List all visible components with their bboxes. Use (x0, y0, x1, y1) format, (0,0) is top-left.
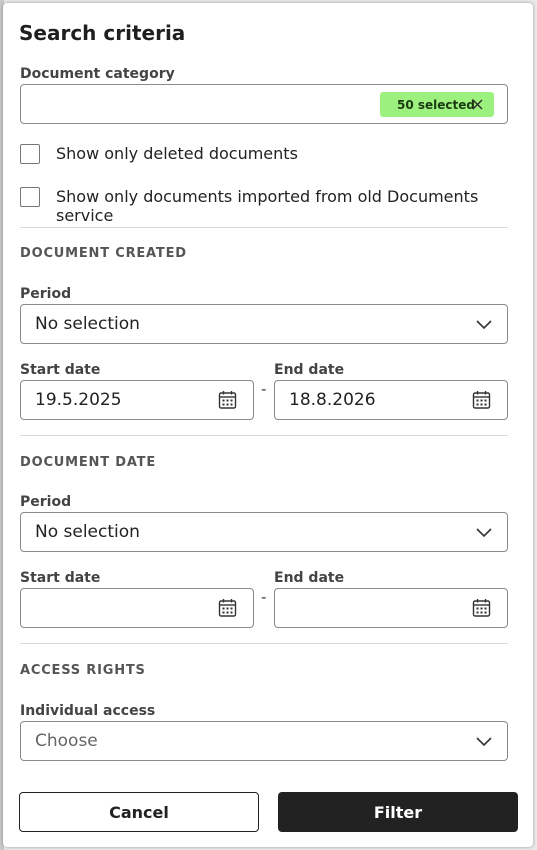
old-service-only-label[interactable]: Show only documents imported from old Do… (56, 187, 533, 225)
old-service-only-checkbox[interactable] (20, 187, 40, 207)
created-end-date-value: 18.8.2026 (289, 390, 376, 410)
search-criteria-dialog: Search criteria Document category 50 sel… (3, 3, 533, 847)
created-period-label: Period (20, 286, 72, 302)
document-date-heading: DOCUMENT DATE (20, 455, 157, 470)
individual-access-select[interactable]: Choose (20, 721, 508, 761)
created-period-value: No selection (35, 314, 140, 334)
chevron-down-icon (476, 737, 492, 747)
chevron-down-icon (476, 320, 492, 330)
divider (20, 227, 508, 228)
divider (20, 435, 508, 436)
filter-button[interactable]: Filter (278, 792, 518, 832)
selected-count-label: 50 selected (397, 97, 475, 112)
created-start-date-input[interactable]: 19.5.2025 (20, 380, 254, 420)
access-rights-heading: ACCESS RIGHTS (20, 663, 146, 678)
individual-access-label: Individual access (20, 703, 156, 719)
divider (20, 643, 508, 644)
chevron-down-icon (476, 528, 492, 538)
cancel-button[interactable]: Cancel (19, 792, 259, 832)
dialog-title: Search criteria (19, 21, 186, 45)
doc-date-period-select[interactable]: No selection (20, 512, 508, 552)
created-period-select[interactable]: No selection (20, 304, 508, 344)
doc-date-start-label: Start date (20, 570, 101, 586)
doc-date-end-input[interactable] (274, 588, 508, 628)
document-category-label: Document category (20, 66, 175, 82)
date-range-separator: - (261, 380, 267, 398)
calendar-icon[interactable] (218, 598, 237, 618)
calendar-icon[interactable] (218, 390, 237, 410)
calendar-icon[interactable] (472, 390, 491, 410)
individual-access-placeholder: Choose (35, 731, 98, 751)
selected-count-chip: 50 selected (380, 92, 494, 117)
doc-date-end-label: End date (274, 570, 345, 586)
deleted-only-label[interactable]: Show only deleted documents (56, 144, 298, 163)
date-range-separator: - (261, 588, 267, 606)
created-end-date-input[interactable]: 18.8.2026 (274, 380, 508, 420)
doc-date-period-label: Period (20, 494, 72, 510)
created-end-date-label: End date (274, 362, 345, 378)
document-category-multiselect[interactable]: 50 selected (20, 84, 508, 124)
doc-date-start-input[interactable] (20, 588, 254, 628)
document-created-heading: DOCUMENT CREATED (20, 246, 187, 261)
deleted-only-checkbox[interactable] (20, 144, 40, 164)
created-start-date-value: 19.5.2025 (35, 390, 122, 410)
doc-date-period-value: No selection (35, 522, 140, 542)
close-icon[interactable] (472, 99, 483, 110)
calendar-icon[interactable] (472, 598, 491, 618)
created-start-date-label: Start date (20, 362, 101, 378)
